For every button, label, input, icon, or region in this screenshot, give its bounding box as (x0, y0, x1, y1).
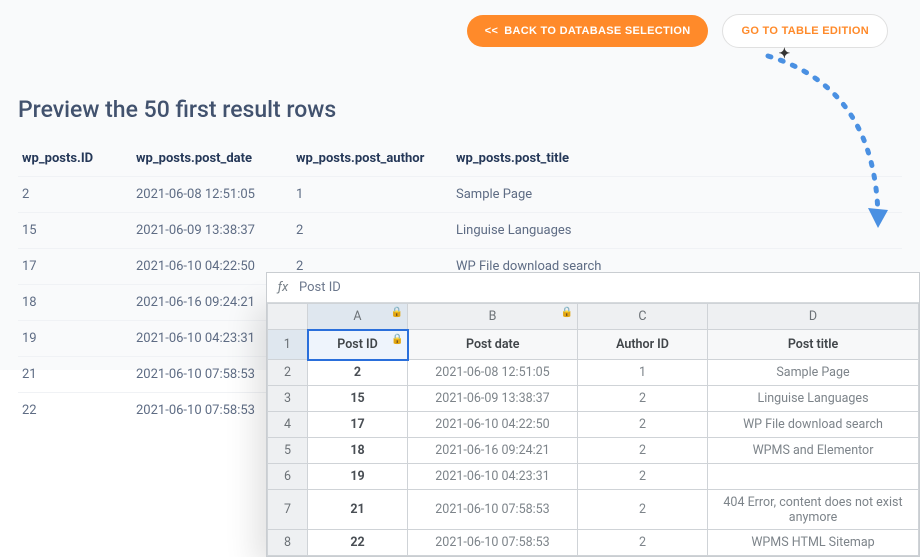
col-header-d[interactable]: D (708, 304, 919, 330)
cell[interactable]: 2 (578, 386, 708, 412)
lock-icon: 🔒 (391, 307, 403, 318)
cell[interactable] (708, 464, 919, 490)
cell: 22 (18, 393, 128, 429)
cell[interactable]: 15 (308, 386, 408, 412)
col-header: wp_posts.post_date (128, 141, 288, 177)
cell[interactable]: 2 (578, 530, 708, 556)
cell[interactable]: Author ID (578, 330, 708, 360)
col-header: wp_posts.post_author (288, 141, 448, 177)
sheet-row: 222021-06-08 12:51:051Sample Page (268, 360, 919, 386)
cell: 18 (18, 285, 128, 321)
chevron-left-icon: << (485, 25, 498, 37)
sheet-row: 6192021-06-10 04:23:312 (268, 464, 919, 490)
sheet-row: 7212021-06-10 07:58:532404 Error, conten… (268, 490, 919, 530)
table-row: 152021-06-09 13:38:372Linguise Languages (18, 213, 902, 249)
cursor-icon: ✦ (778, 45, 790, 62)
row-header[interactable]: 8 (268, 530, 308, 556)
lock-icon: 🔒 (391, 334, 403, 345)
cell[interactable]: 2021-06-10 07:58:53 (408, 490, 578, 530)
cell[interactable]: Sample Page (708, 360, 919, 386)
row-header[interactable]: 1 (268, 330, 308, 360)
cell[interactable]: 2 (578, 464, 708, 490)
col-header-c[interactable]: C (578, 304, 708, 330)
table-row: 22021-06-08 12:51:051Sample Page (18, 177, 902, 213)
sheet-row: 8222021-06-10 07:58:532WPMS HTML Sitemap (268, 530, 919, 556)
cell[interactable]: WPMS and Elementor (708, 438, 919, 464)
cell[interactable]: WP File download search (708, 412, 919, 438)
cell[interactable]: 2021-06-09 13:38:37 (408, 386, 578, 412)
cell[interactable]: 2021-06-08 12:51:05 (408, 360, 578, 386)
cell[interactable]: 18 (308, 438, 408, 464)
cell[interactable]: 2021-06-10 04:23:31 (408, 464, 578, 490)
cell: 2021-06-09 13:38:37 (128, 213, 288, 249)
formula-value: Post ID (299, 280, 341, 295)
cell[interactable]: 2021-06-16 09:24:21 (408, 438, 578, 464)
cell: 15 (18, 213, 128, 249)
cell[interactable]: 2 (308, 360, 408, 386)
cell[interactable]: 21 (308, 490, 408, 530)
cell[interactable]: 2021-06-10 07:58:53 (408, 530, 578, 556)
row-header[interactable]: 5 (268, 438, 308, 464)
cell[interactable]: 2 (578, 490, 708, 530)
cell: 17 (18, 249, 128, 285)
cell[interactable]: 1 (578, 360, 708, 386)
cell: 2 (288, 213, 448, 249)
cell: 19 (18, 321, 128, 357)
back-button-label: BACK TO DATABASE SELECTION (504, 25, 690, 37)
formula-bar[interactable]: ƒx Post ID (267, 273, 919, 303)
sheet-row: 4172021-06-10 04:22:502WP File download … (268, 412, 919, 438)
row-header[interactable]: 6 (268, 464, 308, 490)
cell[interactable]: 19 (308, 464, 408, 490)
row-header[interactable]: 7 (268, 490, 308, 530)
selected-cell[interactable]: Post ID 🔒 (308, 330, 408, 360)
cell: Linguise Languages (448, 213, 902, 249)
go-to-table-edition-button[interactable]: GO TO TABLE EDITION ✦ (722, 14, 888, 48)
cell: 1 (288, 177, 448, 213)
cell[interactable]: 17 (308, 412, 408, 438)
cell: 2021-06-10 07:58:53 (128, 393, 288, 429)
cell: Sample Page (448, 177, 902, 213)
cell: 2 (18, 177, 128, 213)
cell[interactable]: WPMS HTML Sitemap (708, 530, 919, 556)
row-header[interactable]: 4 (268, 412, 308, 438)
cell: 2021-06-10 04:22:50 (128, 249, 288, 285)
lock-icon: 🔒 (561, 307, 573, 318)
cell[interactable]: 22 (308, 530, 408, 556)
back-to-db-button[interactable]: << BACK TO DATABASE SELECTION (467, 15, 709, 47)
cell[interactable]: Post date (408, 330, 578, 360)
cell[interactable]: 404 Error, content does not exist anymor… (708, 490, 919, 530)
row-header[interactable]: 3 (268, 386, 308, 412)
col-header: wp_posts.ID (18, 141, 128, 177)
edit-button-label: GO TO TABLE EDITION (741, 25, 869, 37)
corner-cell[interactable] (268, 304, 308, 330)
col-header: wp_posts.post_title (448, 141, 902, 177)
cell: 2021-06-16 09:24:21 (128, 285, 288, 321)
cell[interactable]: Linguise Languages (708, 386, 919, 412)
col-header-a[interactable]: A 🔒 (308, 304, 408, 330)
cell[interactable]: Post title (708, 330, 919, 360)
sheet-row: 5182021-06-16 09:24:212WPMS and Elemento… (268, 438, 919, 464)
sheet-row: 3152021-06-09 13:38:372Linguise Language… (268, 386, 919, 412)
fx-icon: ƒx (267, 280, 299, 295)
cell: 2021-06-10 04:23:31 (128, 321, 288, 357)
spreadsheet-panel: ƒx Post ID A 🔒 B 🔒 C D 1 (266, 272, 920, 557)
cell: 2021-06-10 07:58:53 (128, 357, 288, 393)
page-title: Preview the 50 first result rows (18, 96, 902, 123)
cell[interactable]: 2021-06-10 04:22:50 (408, 412, 578, 438)
col-header-b[interactable]: B 🔒 (408, 304, 578, 330)
spreadsheet-grid[interactable]: A 🔒 B 🔒 C D 1 Post ID 🔒 Post date Auth (267, 303, 919, 556)
cell: 21 (18, 357, 128, 393)
row-header[interactable]: 2 (268, 360, 308, 386)
cell: 2021-06-08 12:51:05 (128, 177, 288, 213)
cell[interactable]: 2 (578, 412, 708, 438)
cell[interactable]: 2 (578, 438, 708, 464)
sheet-header-row: 1 Post ID 🔒 Post date Author ID Post tit… (268, 330, 919, 360)
